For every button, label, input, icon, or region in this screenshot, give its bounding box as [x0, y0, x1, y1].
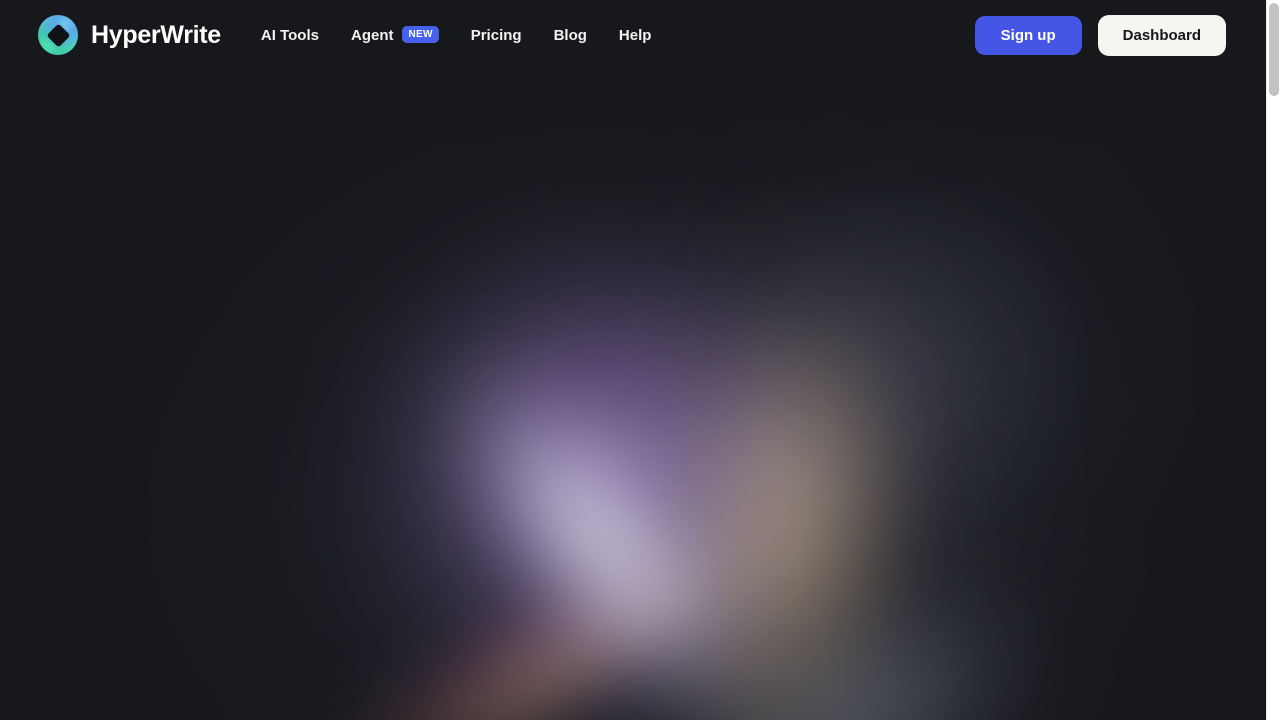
header-actions: Sign up Dashboard [974, 14, 1226, 56]
nav-label: Blog [553, 26, 587, 44]
aurora-gold-layer [612, 233, 958, 720]
nav-label: Pricing [470, 26, 522, 44]
nav-item-blog[interactable]: Blog [554, 28, 587, 43]
browser-viewport: HyperWrite AI Tools Agent NEW Pricing Bl… [0, 0, 1280, 720]
hero-background-artwork [0, 0, 1266, 720]
nav-label: Help [618, 26, 652, 44]
nav-item-pricing[interactable]: Pricing [471, 28, 522, 43]
dashboard-button[interactable]: Dashboard [1097, 14, 1226, 56]
brand-name: HyperWrite [91, 20, 221, 49]
aurora-halo-layer [150, 120, 1150, 720]
nav-item-agent[interactable]: Agent NEW [350, 25, 439, 44]
vertical-scrollbar-track[interactable] [1266, 0, 1280, 720]
aurora-maroon-layer [239, 472, 741, 720]
vertical-scrollbar-thumb[interactable] [1269, 3, 1279, 96]
aurora-violet-layer [241, 94, 979, 720]
nav-label: Agent [350, 26, 394, 44]
new-badge: NEW [402, 25, 439, 43]
aurora-vignette [0, 0, 1266, 720]
brand-home-link[interactable]: HyperWrite [38, 15, 221, 55]
nav-item-help[interactable]: Help [619, 28, 652, 43]
aurora-steel-layer [611, 510, 1109, 720]
site-header: HyperWrite AI Tools Agent NEW Pricing Bl… [0, 0, 1266, 70]
sign-up-button[interactable]: Sign up [974, 15, 1082, 55]
hyperwrite-diamond-logo-icon [38, 15, 78, 55]
nav-label: AI Tools [260, 26, 319, 44]
page-canvas: HyperWrite AI Tools Agent NEW Pricing Bl… [0, 0, 1266, 720]
nav-item-ai-tools[interactable]: AI Tools [261, 28, 319, 43]
aurora-amber-layer [305, 467, 815, 720]
aurora-cool-layer [700, 150, 1120, 570]
aurora-core-layer [383, 310, 827, 720]
main-navigation: AI Tools Agent NEW Pricing Blog Help [261, 25, 652, 44]
